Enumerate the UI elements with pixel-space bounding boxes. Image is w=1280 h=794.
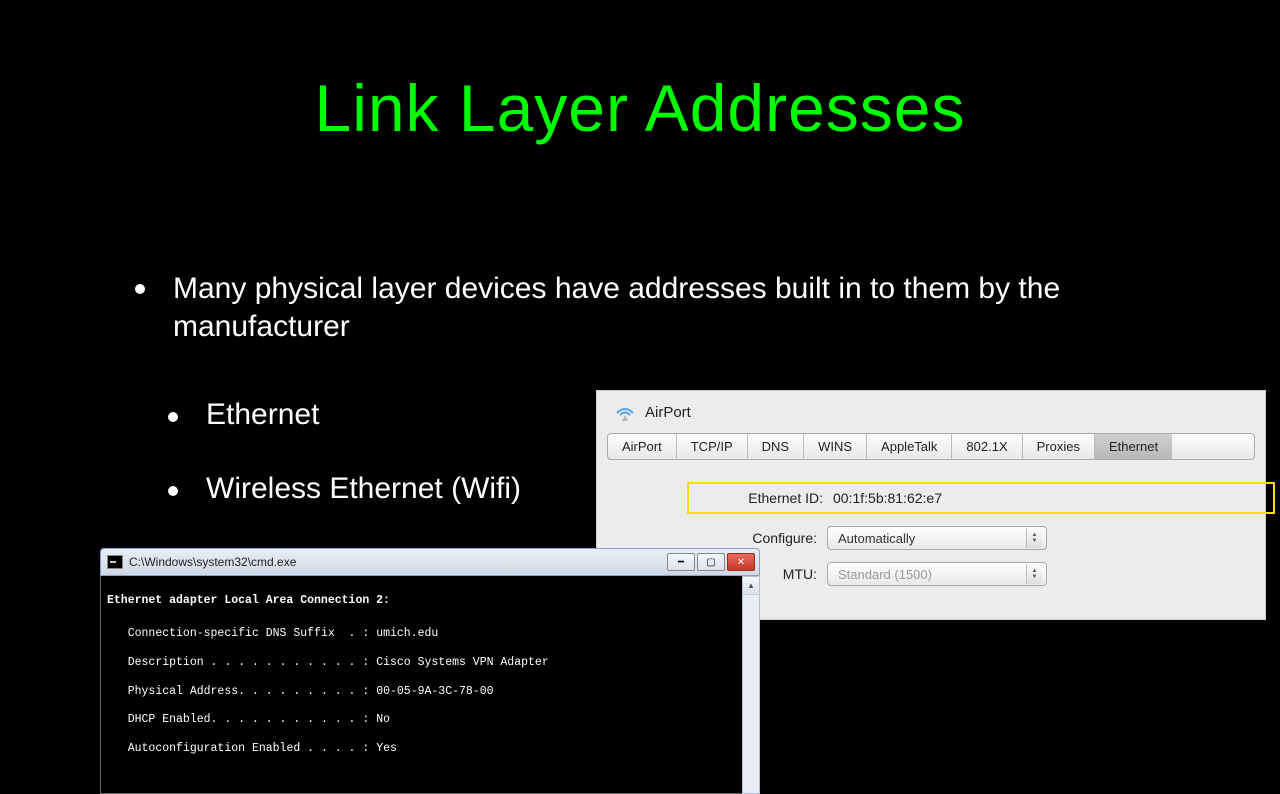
ethernet-id-row: Ethernet ID: 00:1f:5b:81:62:e7 <box>687 482 1275 514</box>
scrollbar[interactable]: ▲ <box>742 576 760 794</box>
bullet-item: Wireless Ethernet (Wifi) <box>168 472 521 506</box>
mtu-select[interactable]: Standard (1500) ▲▼ <box>827 562 1047 586</box>
ethernet-id-value: 00:1f:5b:81:62:e7 <box>833 490 942 506</box>
close-button[interactable]: ✕ <box>727 553 755 571</box>
cmd-line: Description . . . . . . . . . . . : Cisc… <box>107 656 753 670</box>
window-titlebar[interactable]: C:\Windows\system32\cmd.exe ━ ▢ ✕ <box>100 548 760 576</box>
configure-select[interactable]: Automatically ▲▼ <box>827 526 1047 550</box>
cmd-line: Physical Address. . . . . . . . . : 00-0… <box>107 685 753 699</box>
bullet-item: Ethernet <box>168 398 521 432</box>
tab-dns[interactable]: DNS <box>748 434 804 459</box>
cmd-adapter-header: Ethernet adapter Local Area Connection 2… <box>107 594 753 608</box>
bullet-text: Wireless Ethernet (Wifi) <box>206 472 521 506</box>
tab-airport[interactable]: AirPort <box>608 434 677 459</box>
configure-value: Automatically <box>838 531 915 546</box>
bullet-dot-icon <box>135 284 145 294</box>
slide-title: Link Layer Addresses <box>0 0 1280 146</box>
panel-title: AirPort <box>645 404 691 421</box>
bullet-text: Ethernet <box>206 398 319 432</box>
window-title: C:\Windows\system32\cmd.exe <box>129 555 667 569</box>
tab-bar: AirPort TCP/IP DNS WINS AppleTalk 802.1X… <box>607 433 1255 460</box>
cmd-icon <box>107 555 123 569</box>
bullet-dot-icon <box>168 486 178 496</box>
cmd-line: Connection-specific DNS Suffix . : umich… <box>107 627 753 641</box>
maximize-button[interactable]: ▢ <box>697 553 725 571</box>
tab-ethernet[interactable]: Ethernet <box>1095 434 1172 459</box>
bullet-item: Many physical layer devices have address… <box>135 270 1173 345</box>
cmd-output: Ethernet adapter Local Area Connection 2… <box>100 576 760 794</box>
tab-proxies[interactable]: Proxies <box>1023 434 1095 459</box>
mtu-value: Standard (1500) <box>838 567 932 582</box>
ethernet-id-label: Ethernet ID: <box>703 490 833 506</box>
updown-icon: ▲▼ <box>1026 564 1042 584</box>
tab-8021x[interactable]: 802.1X <box>952 434 1022 459</box>
scroll-up-icon[interactable]: ▲ <box>743 577 759 595</box>
tab-appletalk[interactable]: AppleTalk <box>867 434 952 459</box>
bullet-text: Many physical layer devices have address… <box>173 270 1173 345</box>
tab-wins[interactable]: WINS <box>804 434 867 459</box>
cmd-line: Autoconfiguration Enabled . . . . : Yes <box>107 742 753 756</box>
minimize-button[interactable]: ━ <box>667 553 695 571</box>
windows-cmd-window: C:\Windows\system32\cmd.exe ━ ▢ ✕ Ethern… <box>100 548 760 794</box>
bullet-dot-icon <box>168 412 178 422</box>
configure-label: Configure: <box>697 530 827 546</box>
updown-icon: ▲▼ <box>1026 528 1042 548</box>
airport-icon <box>613 403 637 421</box>
tab-tcpip[interactable]: TCP/IP <box>677 434 748 459</box>
cmd-line: DHCP Enabled. . . . . . . . . . . : No <box>107 713 753 727</box>
